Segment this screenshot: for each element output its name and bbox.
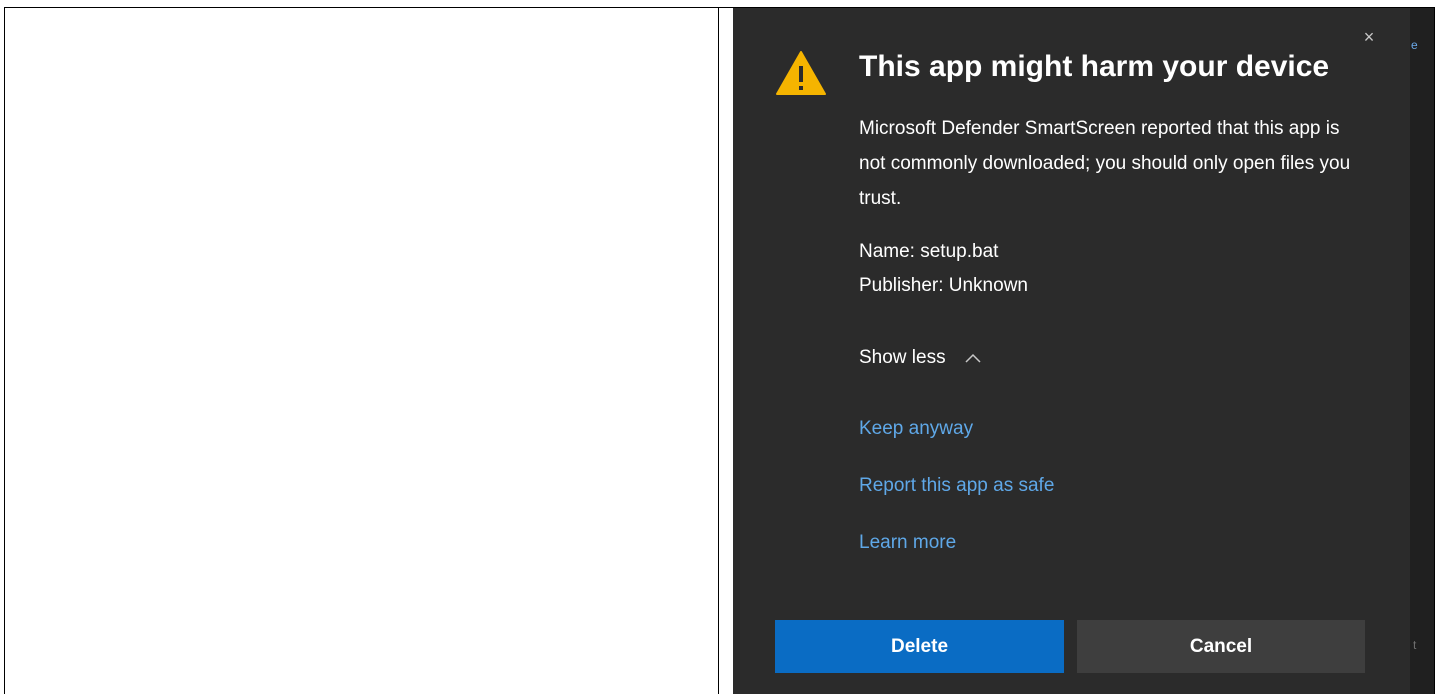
delete-button-label: Delete [890, 635, 949, 657]
file-name: Name: setup.bat [859, 241, 999, 262]
delete-button[interactable]: Delete [775, 620, 1064, 673]
background-text-fragment-bottom: t [1413, 638, 1417, 652]
smartscreen-warning-dialog: × This app might harm your device Micros… [733, 8, 1410, 694]
warning-icon [776, 51, 826, 95]
background-app-edge: e t [1410, 8, 1434, 694]
frame-border-right [1434, 7, 1435, 694]
background-text-fragment: e [1411, 38, 1418, 52]
chevron-up-icon [965, 353, 981, 363]
screenshot-frame: e t × This app might harm your device Mi… [0, 0, 1439, 694]
dialog-description: Microsoft Defender SmartScreen reported … [859, 118, 1351, 209]
learn-more-link[interactable]: Learn more [859, 532, 956, 554]
cancel-button[interactable]: Cancel [1077, 620, 1365, 673]
close-button[interactable]: × [1358, 26, 1380, 48]
show-less-label: Show less [859, 347, 946, 368]
frame-border-left [4, 7, 5, 694]
report-safe-link[interactable]: Report this app as safe [859, 475, 1054, 497]
dialog-title: This app might harm your device [859, 50, 1330, 83]
blank-panel [5, 8, 718, 694]
keep-anyway-link[interactable]: Keep anyway [859, 418, 973, 440]
file-publisher: Publisher: Unknown [859, 275, 1028, 296]
close-icon: × [1363, 27, 1375, 47]
show-less-toggle[interactable]: Show less [859, 347, 982, 369]
frame-divider [718, 7, 719, 694]
cancel-button-label: Cancel [1189, 635, 1253, 657]
